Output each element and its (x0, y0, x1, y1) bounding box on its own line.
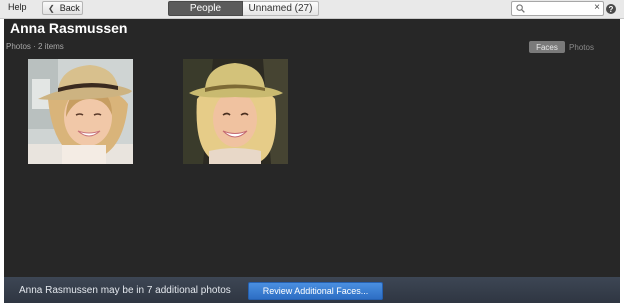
face-photo-1 (28, 59, 133, 164)
top-toolbar: Help ❮ Back People Unnamed (27) × ? (0, 0, 624, 19)
help-menu[interactable]: Help (8, 2, 27, 12)
suggestion-bar: Anna Rasmussen may be in 7 additional ph… (4, 277, 620, 303)
tab-unnamed[interactable]: Unnamed (27) (243, 1, 319, 16)
item-count-subtitle: Photos · 2 items (6, 42, 64, 51)
additional-photos-message: Anna Rasmussen may be in 7 additional ph… (19, 285, 231, 296)
view-toggle: Faces Photos (529, 41, 598, 53)
faces-view-button[interactable]: Faces (529, 41, 565, 53)
chevron-left-icon: ❮ (48, 3, 55, 13)
clear-search-icon[interactable]: × (594, 2, 600, 13)
person-detail-panel: Anna Rasmussen Photos · 2 items Faces Ph… (4, 19, 620, 277)
review-additional-faces-button[interactable]: Review Additional Faces... (248, 282, 383, 300)
people-tabs: People Unnamed (27) (168, 1, 319, 16)
face-photo-2 (183, 59, 288, 164)
face-thumbnail-2[interactable] (183, 59, 288, 164)
person-name-title[interactable]: Anna Rasmussen (10, 20, 127, 36)
help-icon[interactable]: ? (606, 4, 616, 14)
search-input[interactable] (526, 3, 588, 14)
search-icon (516, 4, 525, 13)
back-button-label: Back (59, 3, 80, 13)
face-thumbnail-1[interactable] (28, 59, 133, 164)
photos-view-button[interactable]: Photos (565, 41, 598, 53)
tab-people[interactable]: People (168, 1, 243, 16)
back-button[interactable]: ❮ Back (42, 1, 83, 15)
search-box[interactable]: × (511, 1, 604, 16)
window-bottom-edge (0, 303, 624, 308)
